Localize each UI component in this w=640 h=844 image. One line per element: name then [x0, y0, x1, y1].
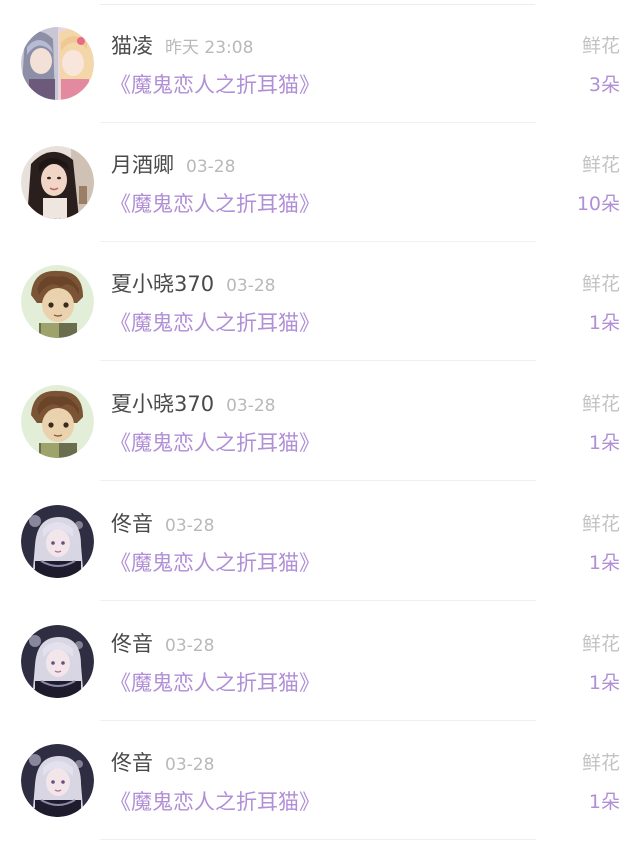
gift-count: 1朵 [588, 552, 620, 574]
book-title-link[interactable]: 《魔鬼恋人之折耳猫》 [110, 189, 320, 219]
gothic-doll-avatar-icon[interactable] [21, 625, 94, 698]
gift-count: 1朵 [588, 312, 620, 334]
list-item[interactable]: 夏小晓370 03-28 《魔鬼恋人之折耳猫》 鲜花 1朵 [0, 242, 640, 361]
row-divider [100, 600, 536, 601]
timestamp: 03-28 [165, 516, 215, 536]
book-title-link[interactable]: 《魔鬼恋人之折耳猫》 [110, 668, 320, 698]
user-name: 佟音 03-28 [111, 632, 215, 656]
list-item[interactable]: 佟音 03-28 《魔鬼恋人之折耳猫》 鲜花 1朵 [0, 602, 640, 721]
gift-type-label: 鲜花 [581, 633, 620, 655]
book-title-link[interactable]: 《魔鬼恋人之折耳猫》 [110, 428, 320, 458]
gift-count: 1朵 [588, 672, 620, 694]
anime-duo-avatar-icon[interactable] [21, 27, 94, 100]
gift-type-label: 鲜花 [581, 752, 620, 774]
row-divider [100, 360, 536, 361]
list-item[interactable]: 佟音 03-28 《魔鬼恋人之折耳猫》 鲜花 1朵 [0, 721, 640, 840]
book-title-link[interactable]: 《魔鬼恋人之折耳猫》 [110, 548, 320, 578]
list-item[interactable]: 夏小晓370 03-28 《魔鬼恋人之折耳猫》 鲜花 1朵 [0, 362, 640, 481]
user-name: 月酒卿 03-28 [111, 153, 236, 177]
list-item[interactable]: 佟音 03-28 《魔鬼恋人之折耳猫》 鲜花 1朵 [0, 482, 640, 601]
list-item[interactable]: 猫凌 昨天 23:08 《魔鬼恋人之折耳猫》 鲜花 3朵 [0, 4, 640, 123]
gift-type-label: 鲜花 [581, 35, 620, 57]
gift-type-label: 鲜花 [581, 273, 620, 295]
gift-type-label: 鲜花 [581, 393, 620, 415]
anime-boy-avatar-icon[interactable] [21, 385, 94, 458]
row-divider [100, 839, 536, 840]
gothic-doll-avatar-icon[interactable] [21, 744, 94, 817]
gift-count: 10朵 [576, 193, 620, 215]
row-divider [100, 480, 536, 481]
portrait-woman-avatar-icon[interactable] [21, 146, 94, 219]
gift-count: 3朵 [588, 74, 620, 96]
user-name: 佟音 03-28 [111, 512, 215, 536]
user-name: 猫凌 昨天 23:08 [111, 34, 254, 58]
timestamp: 03-28 [165, 755, 215, 775]
user-name: 夏小晓370 03-28 [111, 272, 276, 296]
gift-count: 1朵 [588, 432, 620, 454]
list-item[interactable]: 月酒卿 03-28 《魔鬼恋人之折耳猫》 鲜花 10朵 [0, 123, 640, 242]
book-title-link[interactable]: 《魔鬼恋人之折耳猫》 [110, 787, 320, 817]
book-title-link[interactable]: 《魔鬼恋人之折耳猫》 [110, 70, 320, 100]
timestamp: 昨天 23:08 [165, 38, 254, 58]
gothic-doll-avatar-icon[interactable] [21, 505, 94, 578]
book-title-link[interactable]: 《魔鬼恋人之折耳猫》 [110, 308, 320, 338]
timestamp: 03-28 [165, 636, 215, 656]
timestamp: 03-28 [186, 157, 236, 177]
gift-type-label: 鲜花 [581, 154, 620, 176]
user-name: 夏小晓370 03-28 [111, 392, 276, 416]
timestamp: 03-28 [226, 276, 276, 296]
gift-type-label: 鲜花 [581, 513, 620, 535]
user-name: 佟音 03-28 [111, 751, 215, 775]
timestamp: 03-28 [226, 396, 276, 416]
gift-count: 1朵 [588, 791, 620, 813]
anime-boy-avatar-icon[interactable] [21, 265, 94, 338]
